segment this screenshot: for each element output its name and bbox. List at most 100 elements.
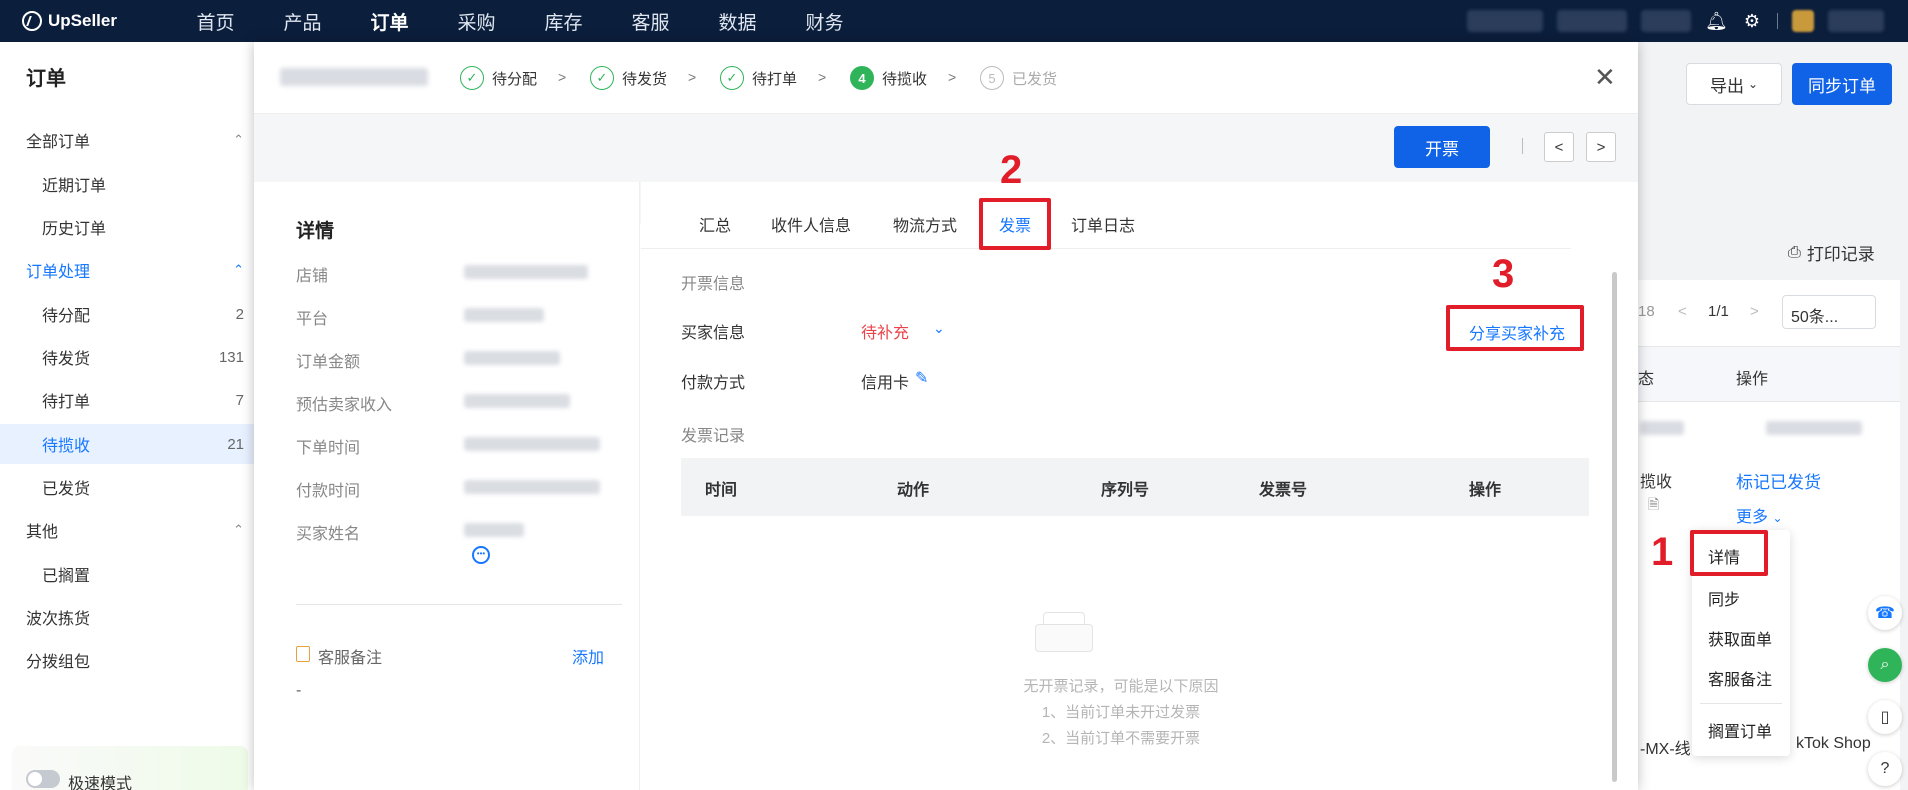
chevron-up-icon[interactable]: ⌃ bbox=[233, 522, 244, 538]
print-records-link[interactable]: ⎙ 打印记录 bbox=[1788, 240, 1875, 265]
sidebar-item-to-pickup[interactable]: 待揽收 21 bbox=[0, 424, 254, 464]
avatar[interactable] bbox=[1792, 10, 1814, 32]
empty-message-line-3: 2、当前订单不需要开票 bbox=[1041, 730, 1201, 747]
sidebar-item-label: 历史订单 bbox=[42, 221, 107, 238]
blurred-tool-1[interactable] bbox=[1467, 10, 1543, 32]
blurred-tool-2[interactable] bbox=[1557, 10, 1627, 32]
blurred-cell bbox=[1766, 421, 1862, 435]
sidebar-item-recent-orders[interactable]: 近期订单 bbox=[0, 164, 254, 204]
nav-item-orders[interactable]: 订单 bbox=[346, 8, 433, 35]
speed-mode-toggle[interactable] bbox=[26, 770, 60, 788]
pager-next-icon[interactable]: > bbox=[1750, 303, 1759, 320]
note-icon bbox=[296, 646, 310, 662]
step-number: 4 bbox=[850, 66, 874, 90]
order-detail-pane: 详情 店铺 平台 订单金额 预估卖家收入 下单时间 付款时间 买家姓名 ••• … bbox=[254, 182, 640, 790]
detail-label-est-income: 预估卖家收入 bbox=[296, 397, 393, 414]
blurred-username[interactable] bbox=[1828, 10, 1884, 32]
sidebar-item-sorting-packing[interactable]: 分拨组包 bbox=[0, 640, 254, 680]
menu-item-cs-note[interactable]: 客服备注 bbox=[1708, 666, 1772, 690]
step-to-print: ✓ 待打单 bbox=[720, 66, 797, 90]
tab-summary[interactable]: 汇总 bbox=[699, 212, 731, 236]
note-icon[interactable]: 🗎︎ bbox=[1648, 494, 1659, 518]
chevron-up-icon[interactable]: ⌃ bbox=[233, 262, 244, 278]
detail-title: 详情 bbox=[296, 221, 335, 242]
menu-item-sync[interactable]: 同步 bbox=[1708, 586, 1740, 610]
content-scrollbar[interactable] bbox=[1612, 272, 1617, 782]
col-action: 动作 bbox=[897, 482, 930, 499]
detail-value-blurred bbox=[464, 265, 588, 279]
buyer-info-label: 买家信息 bbox=[681, 325, 746, 342]
tab-recipient[interactable]: 收件人信息 bbox=[771, 212, 851, 236]
col-serial: 序列号 bbox=[1101, 482, 1150, 499]
search-icon[interactable]: ⌕ bbox=[1868, 648, 1902, 682]
prev-order-button[interactable]: < bbox=[1544, 132, 1574, 162]
nav-item-products[interactable]: 产品 bbox=[259, 8, 346, 35]
nav-item-data[interactable]: 数据 bbox=[694, 8, 781, 35]
toolbar-divider bbox=[1522, 138, 1523, 154]
menu-item-hold-order[interactable]: 搁置订单 bbox=[1708, 718, 1772, 742]
sidebar-item-to-print[interactable]: 待打单 7 bbox=[0, 380, 254, 420]
main-menu: 首页 产品 订单 采购 库存 客服 数据 财务 bbox=[172, 8, 868, 35]
mobile-icon[interactable]: ▯ bbox=[1868, 700, 1902, 734]
detail-value-blurred bbox=[464, 523, 524, 537]
chevron-up-icon[interactable]: ⌃ bbox=[233, 132, 244, 148]
pager-page: 1/1 bbox=[1708, 303, 1729, 320]
invoice-button[interactable]: 开票 bbox=[1394, 126, 1490, 168]
gear-icon[interactable]: ⚙ bbox=[1741, 10, 1763, 32]
nav-item-finance[interactable]: 财务 bbox=[781, 8, 868, 35]
chevron-down-icon[interactable]: ⌄ bbox=[933, 320, 945, 337]
step-to-assign: ✓ 待分配 bbox=[460, 66, 537, 90]
detail-value-blurred bbox=[464, 394, 570, 408]
payment-method-label: 付款方式 bbox=[681, 375, 746, 392]
sidebar-item-wave-picking[interactable]: 波次拣货 bbox=[0, 597, 254, 637]
buyer-info-value: 待补充 bbox=[861, 325, 910, 342]
sidebar-item-order-processing[interactable]: 订单处理 ⌃ bbox=[0, 250, 254, 290]
step-number: 5 bbox=[980, 66, 1004, 90]
sidebar-item-shipped[interactable]: 已发货 bbox=[0, 467, 254, 507]
sidebar-item-on-hold[interactable]: 已搁置 bbox=[0, 554, 254, 594]
edit-icon[interactable]: ✎ bbox=[915, 368, 928, 388]
order-detail-modal: ✓ 待分配 > ✓ 待发货 > ✓ 待打单 > 4 待揽收 > 5 已发货 ✕ … bbox=[254, 42, 1638, 790]
mark-shipped-link[interactable]: 标记已发货 bbox=[1736, 468, 1821, 493]
sidebar-item-history-orders[interactable]: 历史订单 bbox=[0, 207, 254, 247]
invoice-info-title: 开票信息 bbox=[681, 276, 746, 293]
tab-order-log[interactable]: 订单日志 bbox=[1071, 212, 1135, 236]
tab-logistics[interactable]: 物流方式 bbox=[893, 212, 957, 236]
chat-icon[interactable]: ••• bbox=[472, 546, 490, 564]
nav-item-home[interactable]: 首页 bbox=[172, 8, 259, 35]
sidebar-item-to-ship[interactable]: 待发货 131 bbox=[0, 337, 254, 377]
export-button[interactable]: 导出 ⌄ bbox=[1686, 63, 1782, 105]
help-icon[interactable]: ? bbox=[1868, 752, 1902, 786]
cs-note-label: 客服备注 bbox=[318, 650, 383, 667]
bell-icon[interactable]: 🔔︎ bbox=[1705, 10, 1728, 32]
brand-logo[interactable]: UpSeller bbox=[22, 11, 172, 31]
blurred-tool-3[interactable] bbox=[1641, 10, 1691, 32]
nav-item-inventory[interactable]: 库存 bbox=[520, 8, 607, 35]
pager-prev-icon[interactable]: < bbox=[1678, 303, 1687, 320]
sync-orders-button[interactable]: 同步订单 bbox=[1792, 63, 1892, 105]
sidebar-item-label: 近期订单 bbox=[42, 178, 107, 195]
next-order-button[interactable]: > bbox=[1586, 132, 1616, 162]
pager-total: 18 bbox=[1638, 303, 1655, 320]
more-label: 更多 bbox=[1736, 509, 1769, 526]
close-icon[interactable]: ✕ bbox=[1594, 62, 1616, 93]
detail-value-blurred bbox=[464, 437, 600, 451]
more-link[interactable]: 更多 ⌄ bbox=[1736, 503, 1783, 527]
sidebar-item-other[interactable]: 其他 ⌃ bbox=[0, 510, 254, 550]
detail-value-blurred bbox=[464, 308, 544, 322]
page-size-select[interactable]: 50条... bbox=[1782, 295, 1876, 329]
detail-label-pay-time: 付款时间 bbox=[296, 483, 361, 500]
nav-item-purchase[interactable]: 采购 bbox=[433, 8, 520, 35]
sidebar-item-to-assign[interactable]: 待分配 2 bbox=[0, 294, 254, 334]
menu-item-get-label[interactable]: 获取面单 bbox=[1708, 626, 1772, 650]
modal-header: ✓ 待分配 > ✓ 待发货 > ✓ 待打单 > 4 待揽收 > 5 已发货 ✕ bbox=[254, 42, 1638, 114]
sidebar-item-label: 其他 bbox=[26, 524, 59, 541]
sidebar-item-all-orders[interactable]: 全部订单 ⌃ bbox=[0, 120, 254, 160]
detail-label-order-amount: 订单金额 bbox=[296, 354, 361, 371]
add-note-link[interactable]: 添加 bbox=[572, 644, 604, 668]
headset-icon[interactable]: ☎ bbox=[1868, 596, 1902, 630]
payment-method-value: 信用卡 bbox=[861, 375, 910, 392]
detail-label-platform: 平台 bbox=[296, 311, 329, 328]
nav-item-customer-service[interactable]: 客服 bbox=[607, 8, 694, 35]
detail-value-blurred bbox=[464, 480, 600, 494]
